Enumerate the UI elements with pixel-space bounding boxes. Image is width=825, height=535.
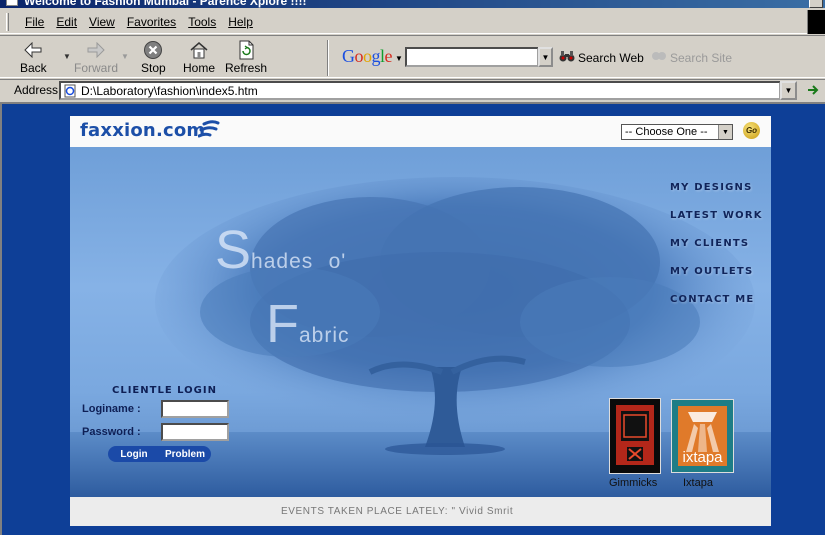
- search-web-label: Search Web: [578, 50, 644, 65]
- home-icon: [188, 40, 210, 60]
- address-label: Address: [14, 83, 59, 97]
- menu-view-label: View: [89, 14, 115, 29]
- home-button[interactable]: Home: [183, 38, 215, 76]
- site-logo[interactable]: faxxion.com: [80, 120, 205, 141]
- nav-latest-work[interactable]: Latest Work: [670, 210, 763, 238]
- menu-grip: [6, 12, 9, 31]
- login-button[interactable]: Login: [108, 446, 160, 462]
- page-icon: [63, 84, 77, 98]
- nav-my-designs[interactable]: My Designs: [670, 182, 763, 210]
- go-button[interactable]: Go: [743, 122, 760, 139]
- google-menu-dropdown-icon[interactable]: ▼: [395, 54, 403, 63]
- forward-label: Forward: [74, 61, 119, 75]
- password-input[interactable]: [161, 423, 229, 441]
- back-button[interactable]: Back: [20, 38, 47, 76]
- app-icon: [6, 0, 18, 6]
- menu-tools[interactable]: Tools: [182, 13, 222, 31]
- standard-toolbar: Back ▼ Forward ▼ Stop Home Refresh Googl…: [0, 35, 825, 78]
- stop-label: Stop: [141, 61, 166, 75]
- google-search-dropdown-button[interactable]: ▼: [538, 47, 553, 67]
- go-arrow-icon[interactable]: [806, 83, 820, 100]
- ixtapa-thumbnail[interactable]: ixtapa: [671, 399, 734, 473]
- site-nav: My Designs Latest Work My Clients My Out…: [670, 182, 763, 322]
- problem-button[interactable]: Problem: [159, 446, 211, 462]
- gimmicks-thumbnail[interactable]: [609, 398, 661, 474]
- binoculars-icon: [559, 49, 575, 66]
- menu-help-label: Help: [228, 14, 253, 29]
- menu-favorites[interactable]: Favorites: [121, 13, 182, 31]
- events-ticker: EVENTS TAKEN PLACE LATELY: " Vivid Smrit: [281, 506, 514, 517]
- choose-one-select[interactable]: -- Choose One -- ▼: [621, 124, 733, 140]
- gimmicks-caption[interactable]: Gimmicks: [609, 477, 657, 489]
- back-arrow-icon: [22, 40, 44, 60]
- menu-favorites-label: Favorites: [126, 14, 177, 29]
- search-site-icon: [651, 49, 667, 66]
- stop-icon: [142, 40, 164, 60]
- address-dropdown-button[interactable]: ▼: [780, 81, 797, 100]
- nav-my-clients[interactable]: My Clients: [670, 238, 763, 266]
- address-url: D:\Laboratory\fashion\index5.htm: [81, 83, 258, 98]
- nav-contact-me[interactable]: Contact Me: [670, 294, 763, 322]
- stop-button[interactable]: Stop: [141, 38, 166, 76]
- refresh-icon: [235, 40, 257, 60]
- site-page: faxxion.com -- Choose One -- ▼ Go Shades…: [70, 116, 771, 526]
- search-web-button[interactable]: Search Web: [559, 49, 644, 66]
- menu-bar: File Edit View Favorites Tools Help: [0, 10, 810, 34]
- address-input[interactable]: D:\Laboratory\fashion\index5.htm: [59, 81, 781, 100]
- forward-arrow-icon: [85, 40, 107, 60]
- forward-button[interactable]: Forward: [74, 38, 118, 76]
- throbber-logo: [807, 10, 825, 34]
- window-close-button[interactable]: [809, 0, 823, 8]
- loginname-label: Loginame :: [82, 403, 141, 415]
- tagline-word-abric: abric: [299, 324, 350, 347]
- tagline-line-1: Shades o': [215, 223, 346, 277]
- search-site-label: Search Site: [670, 50, 733, 65]
- tree-illustration: [70, 177, 771, 497]
- tagline-line-2: Fabric: [266, 297, 350, 351]
- page-viewport: faxxion.com -- Choose One -- ▼ Go Shades…: [0, 102, 825, 535]
- loginname-input[interactable]: [161, 400, 229, 418]
- menu-edit-label: Edit: [56, 14, 78, 29]
- browser-window: Welcome to Fashion Mumbai - Parence Xplo…: [0, 0, 825, 535]
- choose-one-value: -- Choose One --: [625, 126, 708, 138]
- google-search-input[interactable]: [405, 47, 539, 67]
- menu-edit[interactable]: Edit: [50, 13, 83, 31]
- ixtapa-caption[interactable]: Ixtapa: [683, 477, 713, 489]
- site-footer: EVENTS TAKEN PLACE LATELY: " Vivid Smrit: [70, 497, 771, 526]
- search-site-button[interactable]: Search Site: [651, 49, 732, 66]
- toolbar-separator: [327, 40, 329, 76]
- site-header: faxxion.com -- Choose One -- ▼ Go: [70, 116, 771, 147]
- login-title: CLIENTLE LOGIN: [112, 385, 217, 396]
- menu-view[interactable]: View: [83, 13, 121, 31]
- password-label: Password :: [82, 426, 141, 438]
- tagline-initial-s: S: [215, 220, 252, 280]
- title-bar: Welcome to Fashion Mumbai - Parence Xplo…: [0, 0, 825, 8]
- window-title: Welcome to Fashion Mumbai - Parence Xplo…: [24, 0, 307, 8]
- menu-file-label: File: [25, 14, 45, 29]
- hero-banner: Shades o' Fabric My Designs Latest Work …: [70, 147, 771, 497]
- tagline-word-o: o': [328, 250, 347, 273]
- nav-my-outlets[interactable]: My Outlets: [670, 266, 763, 294]
- menu-file[interactable]: File: [19, 13, 50, 31]
- menu-help[interactable]: Help: [222, 13, 259, 31]
- ixtapa-logo-text: ixtapa: [682, 449, 723, 466]
- select-chevron-down-icon: ▼: [718, 125, 732, 139]
- forward-dropdown-icon[interactable]: ▼: [121, 52, 129, 61]
- gimmicks-art-icon: [610, 399, 660, 473]
- home-label: Home: [183, 61, 216, 75]
- back-label: Back: [20, 61, 47, 75]
- refresh-button[interactable]: Refresh: [225, 38, 267, 76]
- google-logo[interactable]: Google: [342, 46, 392, 67]
- menu-tools-label: Tools: [188, 14, 217, 29]
- address-bar: Address D:\Laboratory\fashion\index5.htm…: [0, 79, 825, 101]
- logo-swoosh-icon: [197, 120, 220, 143]
- back-dropdown-icon[interactable]: ▼: [63, 52, 71, 61]
- tagline-initial-f: F: [266, 294, 299, 354]
- refresh-label: Refresh: [225, 61, 268, 75]
- tagline-word-hades: hades: [251, 250, 314, 273]
